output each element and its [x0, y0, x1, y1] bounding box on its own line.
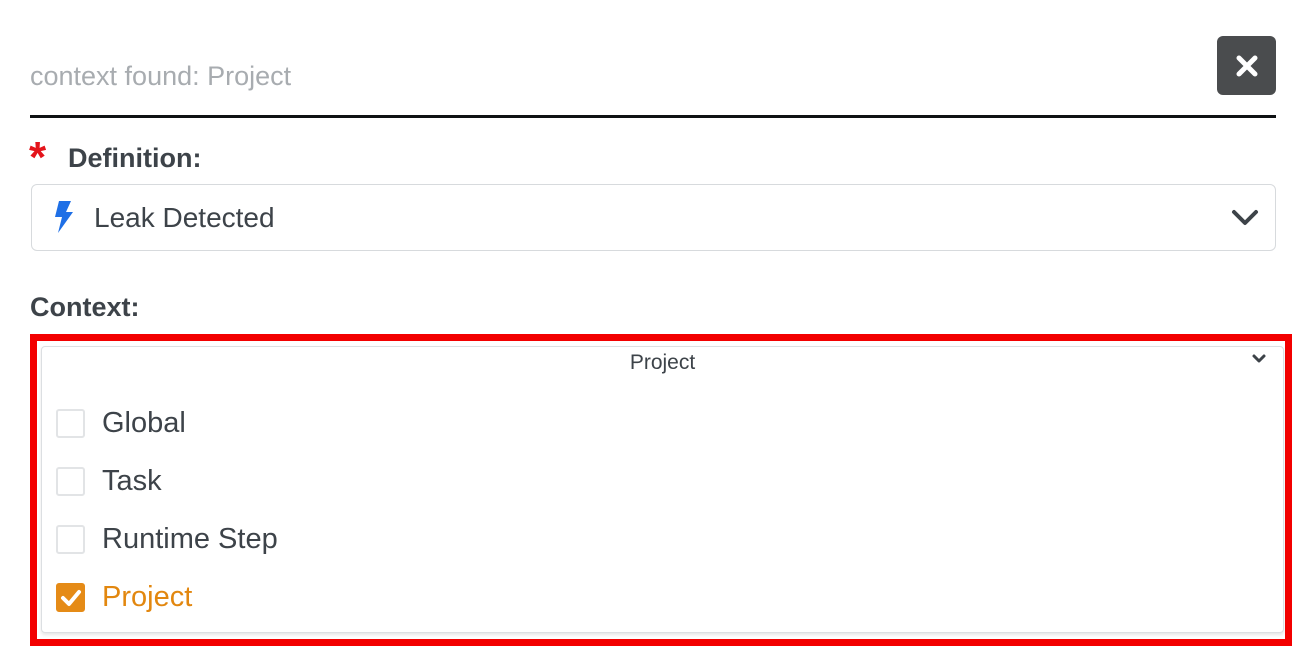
checkbox[interactable]	[56, 525, 85, 554]
context-select-toggle[interactable]: Project	[42, 347, 1283, 381]
option-label: Project	[102, 581, 193, 613]
option-label: Global	[102, 407, 186, 439]
close-icon	[1236, 55, 1257, 76]
context-option-runtime-step[interactable]: Runtime Step	[56, 516, 1256, 562]
definition-label: Definition:	[68, 143, 202, 173]
definition-value: Leak Detected	[94, 202, 275, 233]
context-option-global[interactable]: Global	[56, 400, 1256, 446]
search-underline	[30, 115, 1276, 118]
checkbox[interactable]	[56, 409, 85, 438]
context-selected-value: Project	[629, 351, 696, 374]
option-label: Task	[102, 465, 162, 497]
close-button[interactable]	[1217, 36, 1276, 95]
checkbox-checked[interactable]	[56, 583, 85, 612]
required-marker: *	[29, 133, 47, 182]
context-option-project[interactable]: Project	[56, 574, 1256, 620]
checkmark-icon	[60, 589, 81, 606]
chevron-down-icon	[1232, 210, 1258, 225]
checkbox[interactable]	[56, 467, 85, 496]
chevron-down-icon	[1252, 354, 1266, 363]
definition-select[interactable]: Leak Detected	[31, 184, 1276, 251]
bolt-icon	[55, 201, 73, 233]
option-label: Runtime Step	[102, 523, 278, 555]
context-label: Context:	[30, 292, 140, 322]
context-multiselect: Project Global Task Runtime Step Project	[41, 346, 1284, 633]
context-option-task[interactable]: Task	[56, 458, 1256, 504]
search-input[interactable]	[30, 54, 1190, 98]
